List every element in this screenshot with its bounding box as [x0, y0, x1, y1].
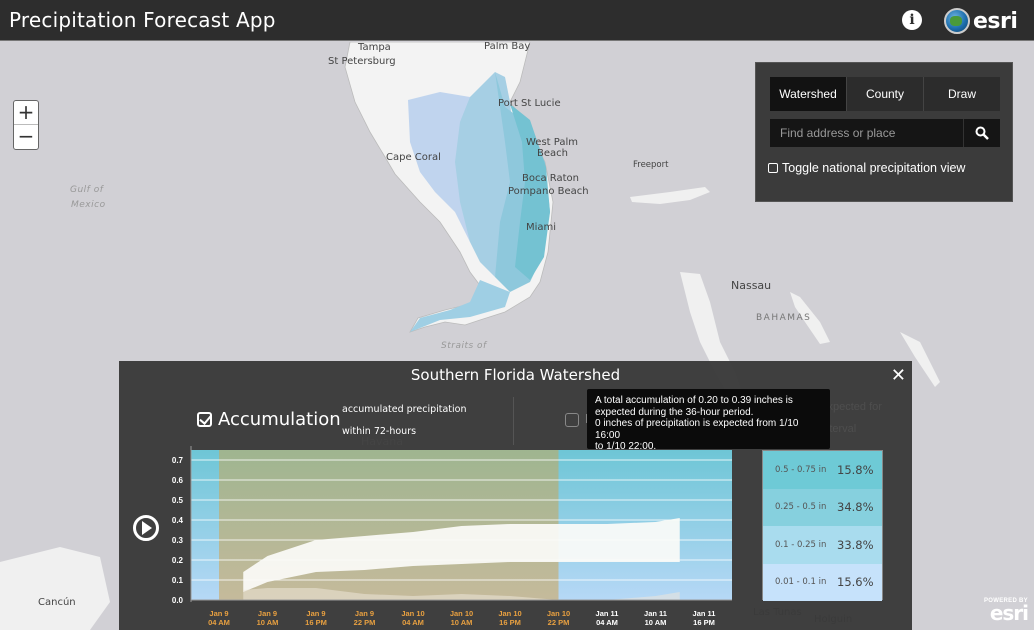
x-tick-time: 22 PM: [548, 618, 570, 627]
app-header: Precipitation Forecast App i esri: [0, 0, 1034, 41]
y-tick-label: 0.7: [172, 456, 184, 465]
x-tick-time: 10 AM: [451, 618, 473, 627]
x-tick-date: Jan 9: [258, 609, 277, 618]
x-tick-date: Jan 11: [644, 609, 667, 618]
country-label: BAHAMAS: [756, 313, 812, 323]
search-input[interactable]: [770, 119, 963, 147]
national-view-checkbox[interactable]: [768, 163, 778, 173]
legend-percent: 15.8%: [837, 462, 874, 477]
legend-row: 0.1 - 0.25 in 33.8%: [763, 526, 882, 564]
zoom-out-button[interactable]: −: [14, 125, 38, 149]
tab-draw[interactable]: Draw: [924, 77, 1000, 111]
x-tick-time: 04 AM: [208, 618, 230, 627]
zoom-in-button[interactable]: +: [14, 101, 38, 125]
x-tick-date: Jan 9: [209, 609, 228, 618]
x-tick-time: 22 PM: [354, 618, 376, 627]
search-panel: Watershed County Draw Toggle national pr…: [755, 62, 1013, 202]
x-tick-time: 10 AM: [645, 618, 667, 627]
place-label: Cancún: [38, 597, 76, 608]
water-label: Gulf of: [70, 185, 104, 195]
place-label: Palm Bay: [484, 42, 531, 52]
legend-row: 0.5 - 0.75 in 15.8%: [763, 451, 882, 489]
x-tick-time: 04 AM: [402, 618, 424, 627]
place-label: Miami: [526, 222, 557, 233]
bahamas-island: [630, 187, 710, 204]
tooltip-line: expected during the 36-hour period.: [595, 406, 754, 418]
place-label: Boca Raton: [522, 173, 580, 184]
x-tick-time: 04 AM: [596, 618, 618, 627]
tooltip-line: 0 inches of precipitation is expected fr…: [595, 418, 799, 441]
place-label: West Palm: [526, 137, 578, 148]
national-view-label: Toggle national precipitation view: [782, 161, 966, 175]
x-tick-date: Jan 10: [498, 609, 521, 618]
place-label: Pompano Beach: [508, 186, 589, 197]
y-tick-label: 0.1: [172, 576, 184, 585]
water-label: Straits of: [441, 341, 487, 351]
place-label: Tampa: [358, 42, 391, 53]
cuba-land: [0, 547, 110, 630]
place-label: Freeport: [633, 160, 669, 170]
legend-range: 0.01 - 0.1 in: [775, 577, 827, 588]
esri-logo-text: esri: [973, 8, 1018, 34]
y-tick-label: 0.5: [172, 496, 184, 505]
place-label: Beach: [537, 148, 568, 159]
tooltip-line: to 1/10 22:00.: [595, 441, 657, 452]
x-tick-time: 10 AM: [257, 618, 279, 627]
x-tick-date: Jan 9: [306, 609, 325, 618]
x-tick-date: Jan 10: [401, 609, 424, 618]
esri-attribution-logo: esri: [989, 601, 1029, 625]
globe-icon: [944, 8, 970, 34]
search-box: [770, 119, 1000, 147]
legend: 0.5 - 0.75 in 15.8% 0.25 - 0.5 in 34.8% …: [762, 450, 883, 601]
legend-percent: 33.8%: [837, 537, 874, 552]
legend-range: 0.25 - 0.5 in: [775, 502, 827, 513]
x-tick-date: Jan 11: [693, 609, 716, 618]
y-tick-label: 0.4: [172, 516, 184, 525]
place-label: Port St Lucie: [498, 98, 561, 109]
x-tick-time: 16 PM: [499, 618, 521, 627]
esri-attribution[interactable]: POWERED BY esri: [980, 598, 1029, 625]
y-tick-label: 0.3: [172, 536, 184, 545]
x-tick-date: Jan 10: [450, 609, 473, 618]
close-icon[interactable]: ✕: [891, 365, 906, 386]
tab-county[interactable]: County: [847, 77, 924, 111]
x-tick-date: Jan 10: [547, 609, 570, 618]
place-label: Cape Coral: [386, 152, 441, 163]
national-view-toggle[interactable]: Toggle national precipitation view: [768, 161, 965, 175]
legend-row: 0.25 - 0.5 in 34.8%: [763, 488, 882, 526]
x-tick-date: Jan 9: [355, 609, 374, 618]
app-title: Precipitation Forecast App: [9, 8, 276, 32]
esri-logo[interactable]: esri: [944, 6, 1018, 36]
legend-range: 0.5 - 0.75 in: [775, 464, 827, 475]
info-icon[interactable]: i: [902, 10, 922, 30]
tab-watershed[interactable]: Watershed: [770, 77, 847, 111]
legend-range: 0.1 - 0.25 in: [775, 539, 827, 550]
selection-tabs: Watershed County Draw: [770, 77, 1000, 111]
search-icon: [975, 126, 989, 140]
y-tick-label: 0.6: [172, 476, 184, 485]
x-tick-time: 16 PM: [305, 618, 327, 627]
legend-percent: 34.8%: [837, 500, 874, 515]
x-tick-time: 16 PM: [693, 618, 715, 627]
place-label: Nassau: [731, 279, 772, 292]
zoom-control: + −: [13, 100, 39, 150]
x-tick-date: Jan 11: [596, 609, 619, 618]
y-tick-label: 0.0: [172, 596, 184, 605]
y-tick-label: 0.2: [172, 556, 184, 565]
search-button[interactable]: [963, 119, 1000, 147]
water-label: Mexico: [71, 200, 106, 210]
tooltip-line: A total accumulation of 0.20 to 0.39 inc…: [595, 395, 793, 406]
legend-percent: 15.6%: [837, 575, 874, 590]
legend-row: 0.01 - 0.1 in 15.6%: [763, 563, 882, 601]
place-label: St Petersburg: [328, 56, 396, 67]
chart-tooltip: A total accumulation of 0.20 to 0.39 inc…: [587, 389, 830, 452]
